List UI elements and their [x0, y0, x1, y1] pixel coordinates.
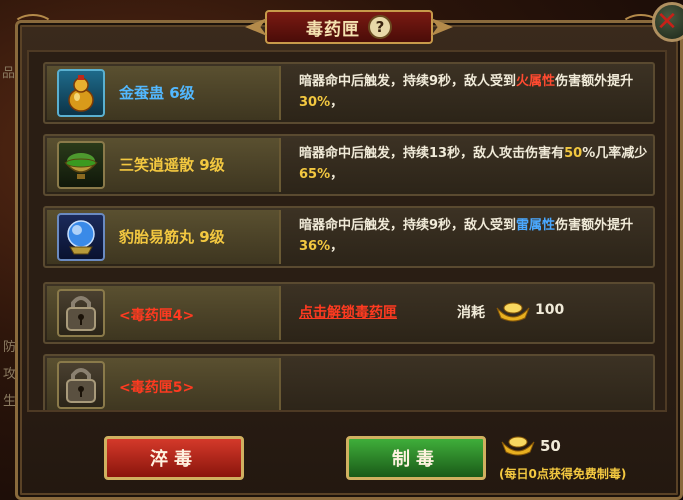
slot-header: 豹胎易筋丸 9级 [47, 210, 281, 264]
ingot-stock-value: 50 [540, 437, 561, 455]
item-description: 暗器命中后触发，持续13秒，敌人攻击伤害有50%几率减少 65%， [299, 143, 651, 185]
poison-slot-row[interactable]: 金蚕蛊 6级 暗器命中后触发，持续9秒，敌人受到火属性伤害额外提升 30%， [43, 62, 655, 124]
desc-highlight-value: 30% [299, 95, 331, 110]
locked-slot-row[interactable]: <毒药匣4> 点击解锁毒药匣 消耗 100 [43, 282, 655, 344]
poison-slot-row[interactable]: 豹胎易筋丸 9级 暗器命中后触发，持续9秒，敌人受到雷属性伤害额外提升 36%， [43, 206, 655, 268]
dialog-title: 毒药匣 [306, 19, 360, 40]
help-icon[interactable]: ? [368, 15, 392, 39]
frame-ornament [12, 14, 54, 40]
lock-icon [57, 289, 105, 337]
consume-label: 消耗 [457, 305, 485, 321]
background-text: 品 [2, 66, 16, 81]
item-description: 暗器命中后触发，持续9秒，敌人受到火属性伤害额外提升 30%， [299, 71, 651, 113]
locked-slot-row[interactable]: <毒药匣5> [43, 354, 655, 410]
desc-highlight-fire: 火属性 [516, 74, 556, 89]
locked-slot-name: <毒药匣4> [119, 308, 195, 324]
desc-text: ， [330, 239, 344, 254]
unlock-link[interactable]: 点击解锁毒药匣 [299, 302, 397, 322]
refine-poison-button[interactable]: 淬毒 [104, 436, 244, 480]
desc-text: ， [330, 95, 344, 110]
desc-highlight-value: 50 [564, 146, 583, 161]
desc-text: %几率减少 [582, 146, 648, 161]
poison-slot-list[interactable]: 金蚕蛊 6级 暗器命中后触发，持续9秒，敌人受到火属性伤害额外提升30%， 三笑… [27, 50, 667, 412]
desc-text: 暗器命中后触发，持续9秒，敌人受到 [299, 218, 517, 233]
item-name: 三笑逍遥散 9级 [119, 156, 225, 174]
close-icon: ✕ [656, 7, 678, 37]
locked-slot-name: <毒药匣5> [119, 380, 195, 396]
slot-header: 金蚕蛊 6级 [47, 66, 281, 120]
item-description: 暗器命中后触发，持续9秒，敌人受到雷属性伤害额外提升 36%， [299, 215, 651, 257]
desc-highlight-value: 65% [299, 167, 331, 182]
item-name: 豹胎易筋丸 9级 [119, 228, 225, 246]
daily-free-note: (每日0点获得免费制毒) [499, 467, 627, 481]
slot-header: 三笑逍遥散 9级 [47, 138, 281, 192]
desc-text: 伤害额外提升 [555, 218, 634, 233]
consume-value: 100 [535, 302, 565, 318]
slot-header: <毒药匣4> [47, 286, 281, 340]
desc-text: 暗器命中后触发，持续13秒，敌人攻击伤害有 [299, 146, 565, 161]
gold-ingot-icon [496, 302, 530, 322]
desc-text: 暗器命中后触发，持续9秒，敌人受到 [299, 74, 517, 89]
desc-highlight-value: 36% [299, 239, 331, 254]
item-name: 金蚕蛊 6级 [119, 84, 195, 102]
lock-icon [57, 361, 105, 409]
desc-text: ， [330, 167, 344, 182]
blue-orb-icon[interactable] [57, 213, 105, 261]
close-button[interactable]: ✕ [652, 2, 683, 42]
gold-ingot-icon [501, 436, 535, 456]
green-bowl-icon[interactable] [57, 141, 105, 189]
dialog-title-plaque: 毒药匣 ? [265, 10, 433, 44]
make-poison-button[interactable]: 制毒 [346, 436, 486, 480]
desc-text: 伤害额外提升 [555, 74, 634, 89]
slot-header: <毒药匣5> [47, 358, 281, 410]
poison-slot-row[interactable]: 三笑逍遥散 9级 暗器命中后触发，持续13秒，敌人攻击伤害有50%几率减少 65%… [43, 134, 655, 196]
golden-gourd-icon[interactable] [57, 69, 105, 117]
desc-highlight-thunder: 雷属性 [516, 218, 556, 233]
